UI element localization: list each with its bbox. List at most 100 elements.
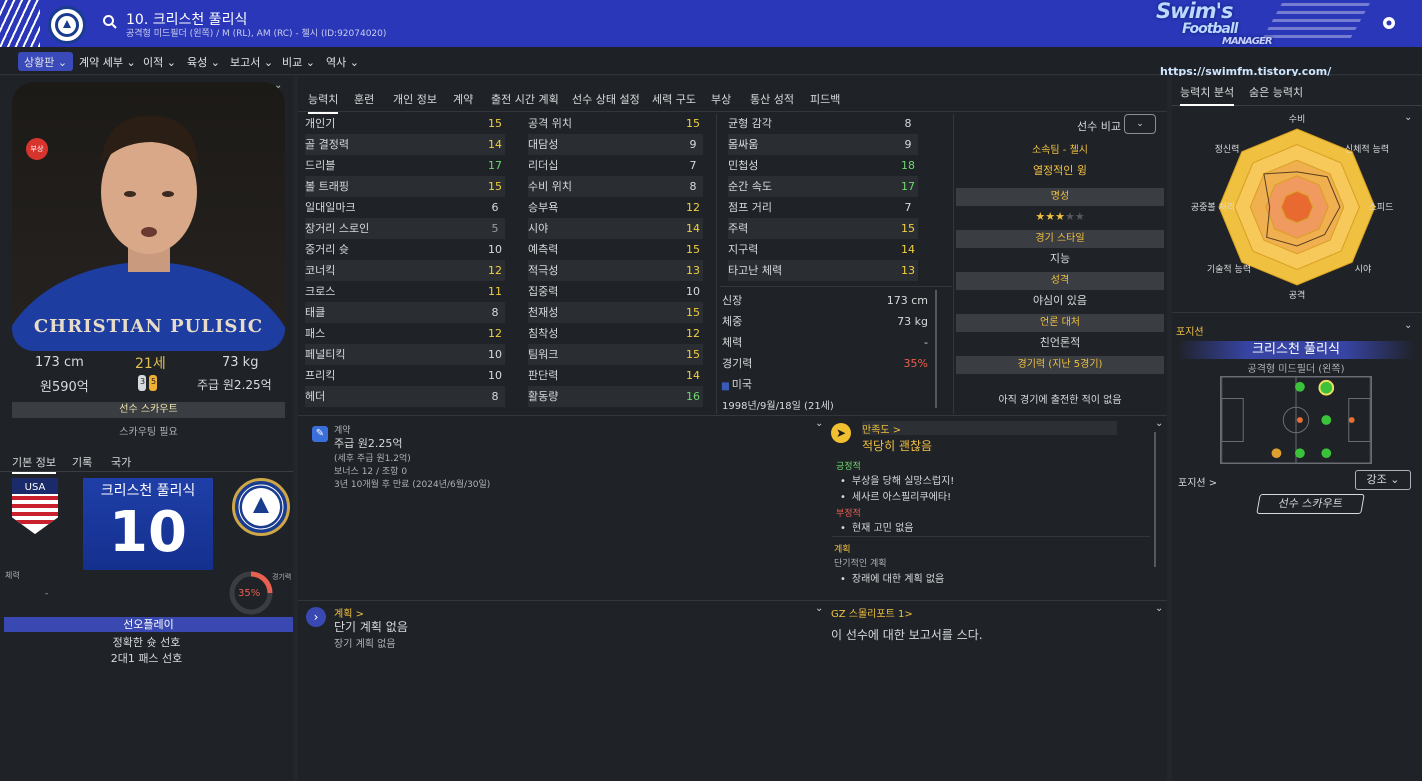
info-name: 경기력: [722, 357, 753, 370]
attribute-row[interactable]: 공격 위치 15: [528, 113, 703, 134]
attribute-name: 활동량: [528, 390, 559, 403]
strength-dropdown[interactable]: 강조 ⌄: [1355, 470, 1411, 490]
attribute-row[interactable]: 프리킥 10: [305, 365, 505, 386]
search-icon[interactable]: [102, 14, 118, 30]
scout-player-button-2[interactable]: 선수 스카우트: [1256, 494, 1365, 514]
tab-hidden-attributes[interactable]: 숨은 능력치: [1249, 84, 1303, 100]
attribute-row[interactable]: 코너킥 12: [305, 260, 505, 281]
settings-icon[interactable]: [1380, 14, 1398, 32]
tab-career[interactable]: 통산 성적: [750, 91, 794, 107]
chevron-down-icon[interactable]: ⌄: [1404, 320, 1412, 331]
scrollbar[interactable]: [1154, 432, 1156, 567]
attribute-row[interactable]: 지구력 14: [728, 239, 918, 260]
logo-line-1: Swim's: [1156, 0, 1234, 23]
attribute-row[interactable]: 대담성 9: [528, 134, 703, 155]
plan-sub: 단기적인 계획: [834, 559, 887, 569]
attribute-row[interactable]: 몸싸움 9: [728, 134, 918, 155]
info-value: -: [924, 336, 928, 349]
sharpness-label: 경기력: [272, 573, 292, 581]
star-icon: ★: [1074, 210, 1085, 223]
tab-status[interactable]: 선수 상태 설정: [572, 91, 640, 107]
attribute-row[interactable]: 균형 감각 8: [728, 113, 918, 134]
attribute-row[interactable]: 볼 트래핑 15: [305, 176, 505, 197]
nav-transfer[interactable]: 이적 ⌄: [137, 52, 182, 71]
attribute-row[interactable]: 타고난 체력 13: [728, 260, 918, 281]
attribute-row[interactable]: 개인기 15: [305, 113, 505, 134]
attribute-row[interactable]: 주력 15: [728, 218, 918, 239]
radar-label: 수비: [1289, 114, 1306, 125]
attribute-row[interactable]: 팀워크 15: [528, 344, 703, 365]
tab-attributes[interactable]: 능력치: [308, 91, 339, 114]
tab-contract[interactable]: 계약: [453, 91, 473, 107]
injury-badge[interactable]: 부상: [26, 138, 48, 160]
attribute-name: 대담성: [528, 138, 559, 151]
player-compare-dropdown[interactable]: ⌄: [1124, 114, 1156, 134]
nav-dashboard[interactable]: 상황판 ⌄: [18, 52, 74, 71]
tab-personal[interactable]: 개인 정보: [393, 91, 437, 107]
report-title[interactable]: GZ 스몰리포트 1>: [831, 605, 913, 620]
attribute-row[interactable]: 장거리 스로인 5: [305, 218, 505, 239]
tab-basic-info[interactable]: 기본 정보: [12, 454, 56, 474]
attribute-row[interactable]: 수비 위치 8: [528, 176, 703, 197]
attribute-row[interactable]: 중거리 슛 10: [305, 239, 505, 260]
tab-attribute-analysis[interactable]: 능력치 분석: [1180, 84, 1235, 106]
attribute-name: 태클: [305, 306, 326, 319]
attribute-row[interactable]: 시야 14: [528, 218, 703, 239]
attribute-row[interactable]: 민첩성 18: [728, 155, 918, 176]
chevron-down-icon[interactable]: ⌄: [815, 418, 823, 429]
attribute-row[interactable]: 태클 8: [305, 302, 505, 323]
attribute-row[interactable]: 승부욕 12: [528, 197, 703, 218]
nav-reports[interactable]: 보고서 ⌄: [224, 52, 279, 71]
position-link[interactable]: 포지션 >: [1178, 474, 1217, 489]
attribute-row[interactable]: 집중력 10: [528, 281, 703, 302]
attribute-name: 페널티킥: [305, 348, 346, 361]
attribute-row[interactable]: 예측력 15: [528, 239, 703, 260]
attribute-row[interactable]: 판단력 14: [528, 365, 703, 386]
attribute-name: 주력: [728, 222, 749, 235]
scout-player-button[interactable]: 선수 스카우트: [12, 402, 285, 418]
attribute-name: 코너킥: [305, 264, 336, 277]
chelsea-badge-icon[interactable]: [232, 478, 290, 536]
position-pitch: [1220, 376, 1372, 464]
tab-records[interactable]: 기록: [72, 454, 92, 470]
attribute-row[interactable]: 활동량 16: [528, 386, 703, 407]
tab-injury[interactable]: 부상: [711, 91, 731, 107]
attribute-row[interactable]: 패스 12: [305, 323, 505, 344]
scrollbar[interactable]: [935, 290, 937, 408]
attribute-row[interactable]: 드리블 17: [305, 155, 505, 176]
attribute-row[interactable]: 침착성 12: [528, 323, 703, 344]
attribute-value: 10: [488, 369, 502, 382]
attribute-row[interactable]: 일대일마크 6: [305, 197, 505, 218]
nav-contract[interactable]: 계약 세부 ⌄: [73, 52, 142, 71]
attribute-row[interactable]: 순간 속도 17: [728, 176, 918, 197]
plan-icon[interactable]: ›: [306, 607, 326, 627]
chevron-down-icon[interactable]: ⌄: [1155, 603, 1163, 614]
satisfaction-title[interactable]: 만족도 >: [862, 421, 901, 436]
attribute-row[interactable]: 헤더 8: [305, 386, 505, 407]
tab-playing-time[interactable]: 출전 시간 계획: [491, 91, 559, 107]
attribute-row[interactable]: 리더십 7: [528, 155, 703, 176]
attribute-row[interactable]: 골 결정력 14: [305, 134, 505, 155]
attribute-row[interactable]: 천재성 15: [528, 302, 703, 323]
tab-feedback[interactable]: 피드백: [810, 91, 840, 107]
nav-history[interactable]: 역사 ⌄: [320, 52, 365, 71]
attribute-row[interactable]: 크로스 11: [305, 281, 505, 302]
tab-training[interactable]: 훈련: [354, 91, 374, 107]
attribute-value: 18: [901, 159, 915, 172]
attribute-row[interactable]: 점프 거리 7: [728, 197, 918, 218]
attribute-row[interactable]: 적극성 13: [528, 260, 703, 281]
attribute-row[interactable]: 페널티킥 10: [305, 344, 505, 365]
attribute-value: 8: [491, 390, 499, 403]
star-icon: ★: [1055, 210, 1065, 223]
tab-nation[interactable]: 국가: [111, 454, 131, 470]
star-icon: ★: [1045, 210, 1056, 223]
club-badge-icon[interactable]: [48, 6, 86, 44]
attribute-value: 8: [904, 117, 912, 130]
chevron-down-icon[interactable]: ⌄: [1155, 418, 1163, 429]
nav-development[interactable]: 육성 ⌄: [181, 52, 226, 71]
nav-compare[interactable]: 비교 ⌄: [276, 52, 321, 71]
info-name: 미국: [731, 378, 753, 391]
club-info-header: 언론 대처: [956, 314, 1164, 332]
tab-dynamics[interactable]: 세력 구도: [652, 91, 696, 107]
chevron-down-icon[interactable]: ⌄: [815, 603, 823, 614]
